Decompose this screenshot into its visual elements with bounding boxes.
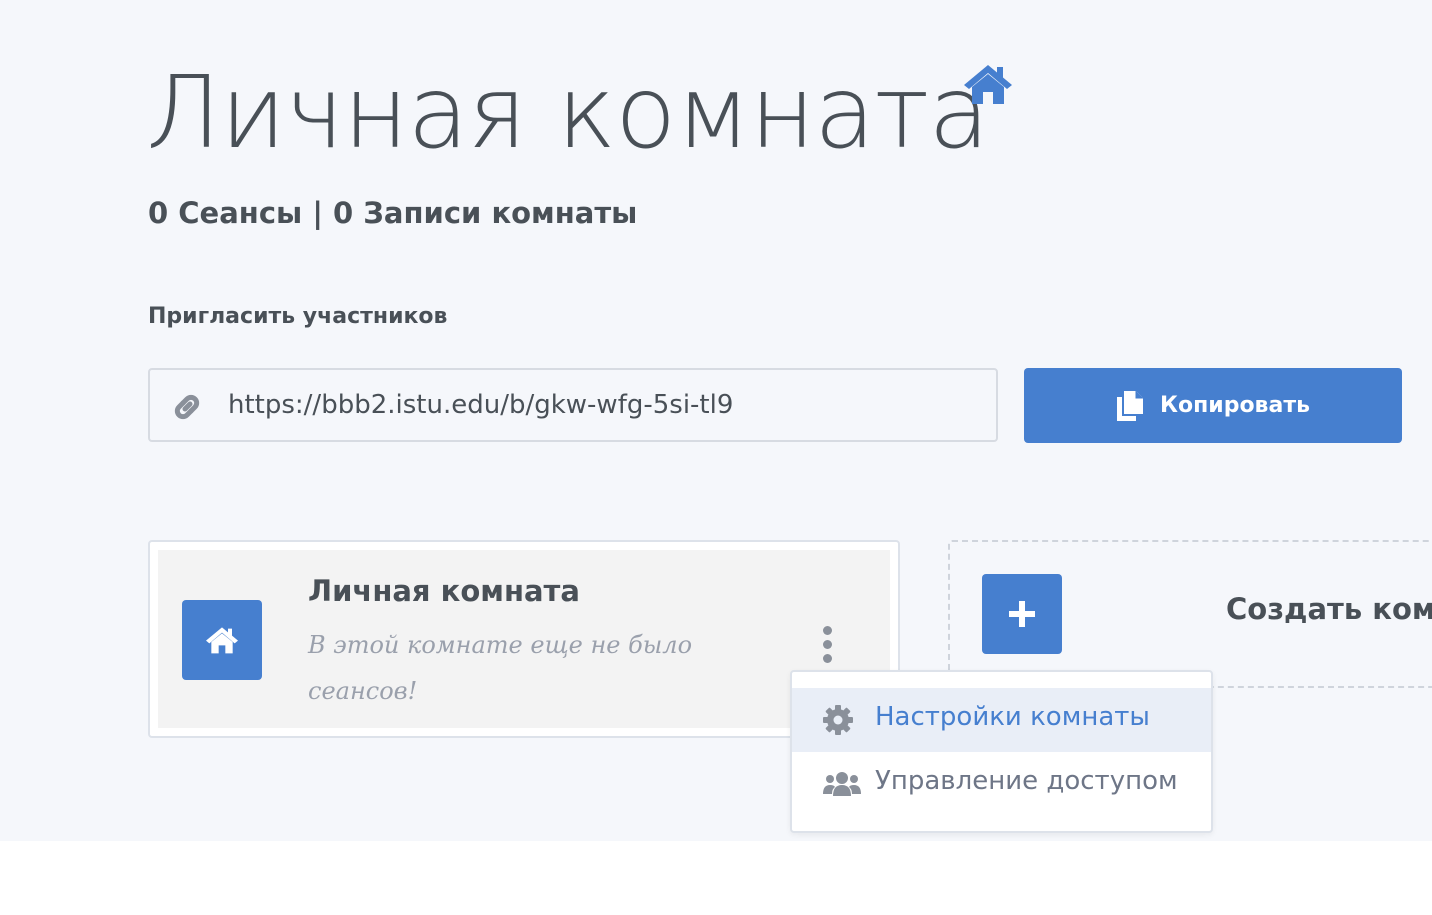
room-icon-tile: [182, 600, 262, 680]
menu-item-label: Настройки комнаты: [875, 702, 1150, 732]
invite-label: Пригласить участников: [148, 304, 448, 329]
room-options-menu-icon[interactable]: [812, 624, 842, 664]
gear-icon: [823, 705, 853, 735]
create-room-card[interactable]: Создать комнату: [948, 540, 1432, 688]
plus-icon: [1009, 601, 1035, 627]
page-title: Личная комната: [146, 54, 990, 171]
invite-url-field[interactable]: [148, 368, 998, 442]
kebab-dot: [822, 625, 832, 635]
home-icon: [206, 627, 238, 654]
room-name: Личная комната: [308, 574, 580, 608]
room-status: В этой комнате еще не было сеансов!: [308, 631, 693, 705]
create-room-label: Создать комнату: [1226, 592, 1432, 626]
home-icon: [964, 65, 1012, 104]
menu-item-manage-access[interactable]: Управление доступом: [792, 752, 1211, 816]
link-icon: [174, 394, 200, 420]
copy-icon: [1116, 390, 1143, 421]
menu-item-room-settings[interactable]: Настройки комнаты: [792, 688, 1211, 752]
kebab-dot: [822, 653, 832, 663]
kebab-dot: [822, 639, 832, 649]
users-icon: [823, 772, 861, 796]
invite-url-input[interactable]: [228, 370, 988, 440]
copy-button[interactable]: Копировать: [1024, 368, 1402, 443]
create-room-button[interactable]: [982, 574, 1062, 654]
room-options-dropdown: Настройки комнаты Управление доступом: [790, 670, 1213, 833]
room-card-body: Личная комната В этой комнате еще не был…: [158, 550, 890, 728]
menu-item-label: Управление доступом: [875, 766, 1178, 796]
copy-button-label: Копировать: [1159, 393, 1310, 418]
room-card[interactable]: Личная комната В этой комнате еще не был…: [148, 540, 900, 738]
room-stats: 0 Сеансы | 0 Записи комнаты: [148, 196, 638, 230]
room-page: Личная комната 0 Сеансы | 0 Записи комна…: [0, 0, 1432, 841]
